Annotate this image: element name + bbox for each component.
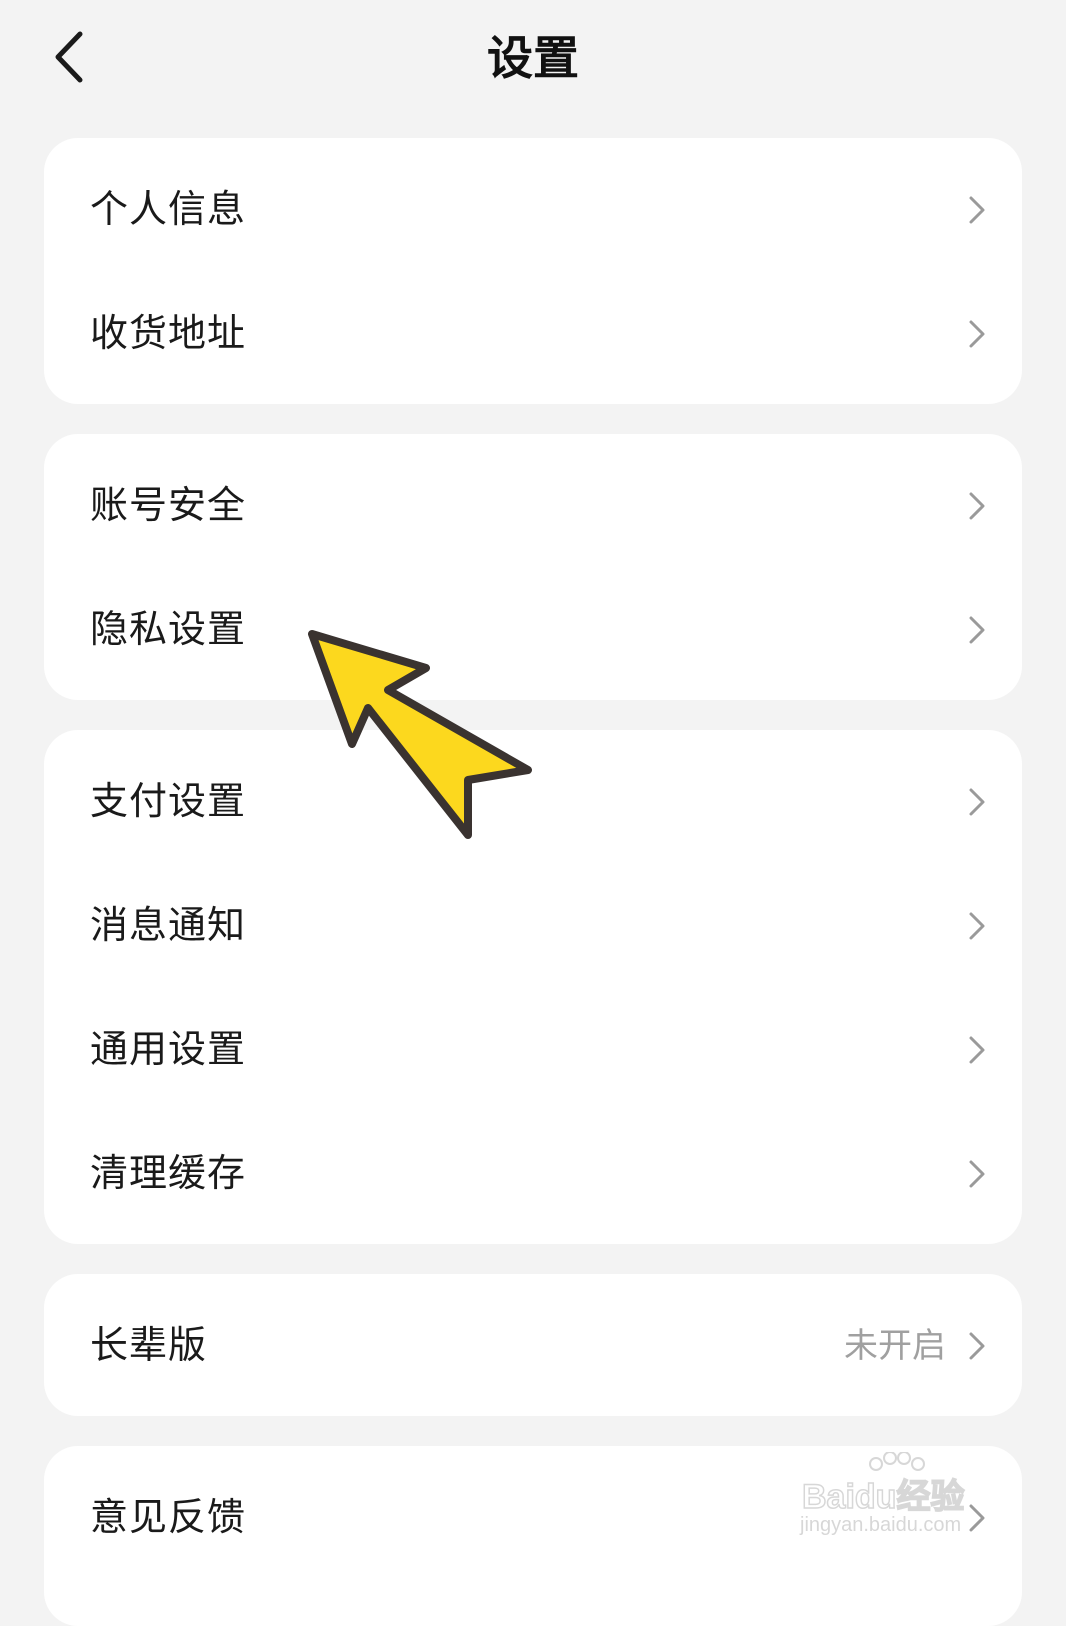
settings-item-label: 意见反馈: [90, 1495, 247, 1539]
settings-item-label: 通用设置: [90, 1027, 247, 1071]
chevron-right-icon: [969, 1504, 985, 1532]
chevron-right-icon: [969, 788, 985, 816]
settings-item-label: 消息通知: [90, 903, 247, 947]
settings-group-security: 账号安全 隐私设置: [44, 434, 1022, 700]
settings-item-general-settings[interactable]: 通用设置: [44, 994, 1022, 1104]
settings-item-personal-info[interactable]: 个人信息: [44, 154, 1022, 264]
chevron-right-icon: [969, 1332, 985, 1360]
settings-item-label: 长辈版: [90, 1323, 208, 1367]
settings-item-notifications[interactable]: 消息通知: [44, 870, 1022, 980]
chevron-right-icon: [969, 320, 985, 348]
settings-item-account-security[interactable]: 账号安全: [44, 450, 1022, 560]
chevron-right-icon: [969, 1036, 985, 1064]
chevron-right-icon: [969, 912, 985, 940]
elder-mode-status: 未开启: [844, 1326, 946, 1366]
settings-item-payment-settings[interactable]: 支付设置: [44, 746, 1022, 856]
settings-item-clear-cache[interactable]: 清理缓存: [44, 1118, 1022, 1228]
settings-item-label: 账号安全: [90, 483, 247, 527]
settings-item-label: 个人信息: [90, 187, 247, 231]
settings-item-label: 隐私设置: [90, 607, 247, 651]
settings-item-shipping-address[interactable]: 收货地址: [44, 278, 1022, 388]
settings-item-label: 清理缓存: [90, 1151, 247, 1195]
settings-item-label: 收货地址: [90, 311, 247, 355]
settings-group-feedback: 意见反馈: [44, 1446, 1022, 1626]
settings-item-privacy-settings[interactable]: 隐私设置: [44, 574, 1022, 684]
chevron-right-icon: [969, 196, 985, 224]
chevron-right-icon: [969, 492, 985, 520]
page-title: 设置: [487, 31, 579, 85]
settings-group-elder-mode: 长辈版 未开启: [44, 1274, 1022, 1416]
top-bar: 设置: [0, 0, 1066, 120]
settings-item-label: 支付设置: [90, 779, 247, 823]
settings-item-feedback[interactable]: 意见反馈: [44, 1462, 1022, 1572]
settings-group-general: 支付设置 消息通知 通用设置 清理缓存: [44, 730, 1022, 1244]
settings-item-elder-mode[interactable]: 长辈版 未开启: [44, 1290, 1022, 1400]
chevron-right-icon: [969, 1160, 985, 1188]
chevron-right-icon: [969, 616, 985, 644]
settings-group-profile: 个人信息 收货地址: [44, 138, 1022, 404]
